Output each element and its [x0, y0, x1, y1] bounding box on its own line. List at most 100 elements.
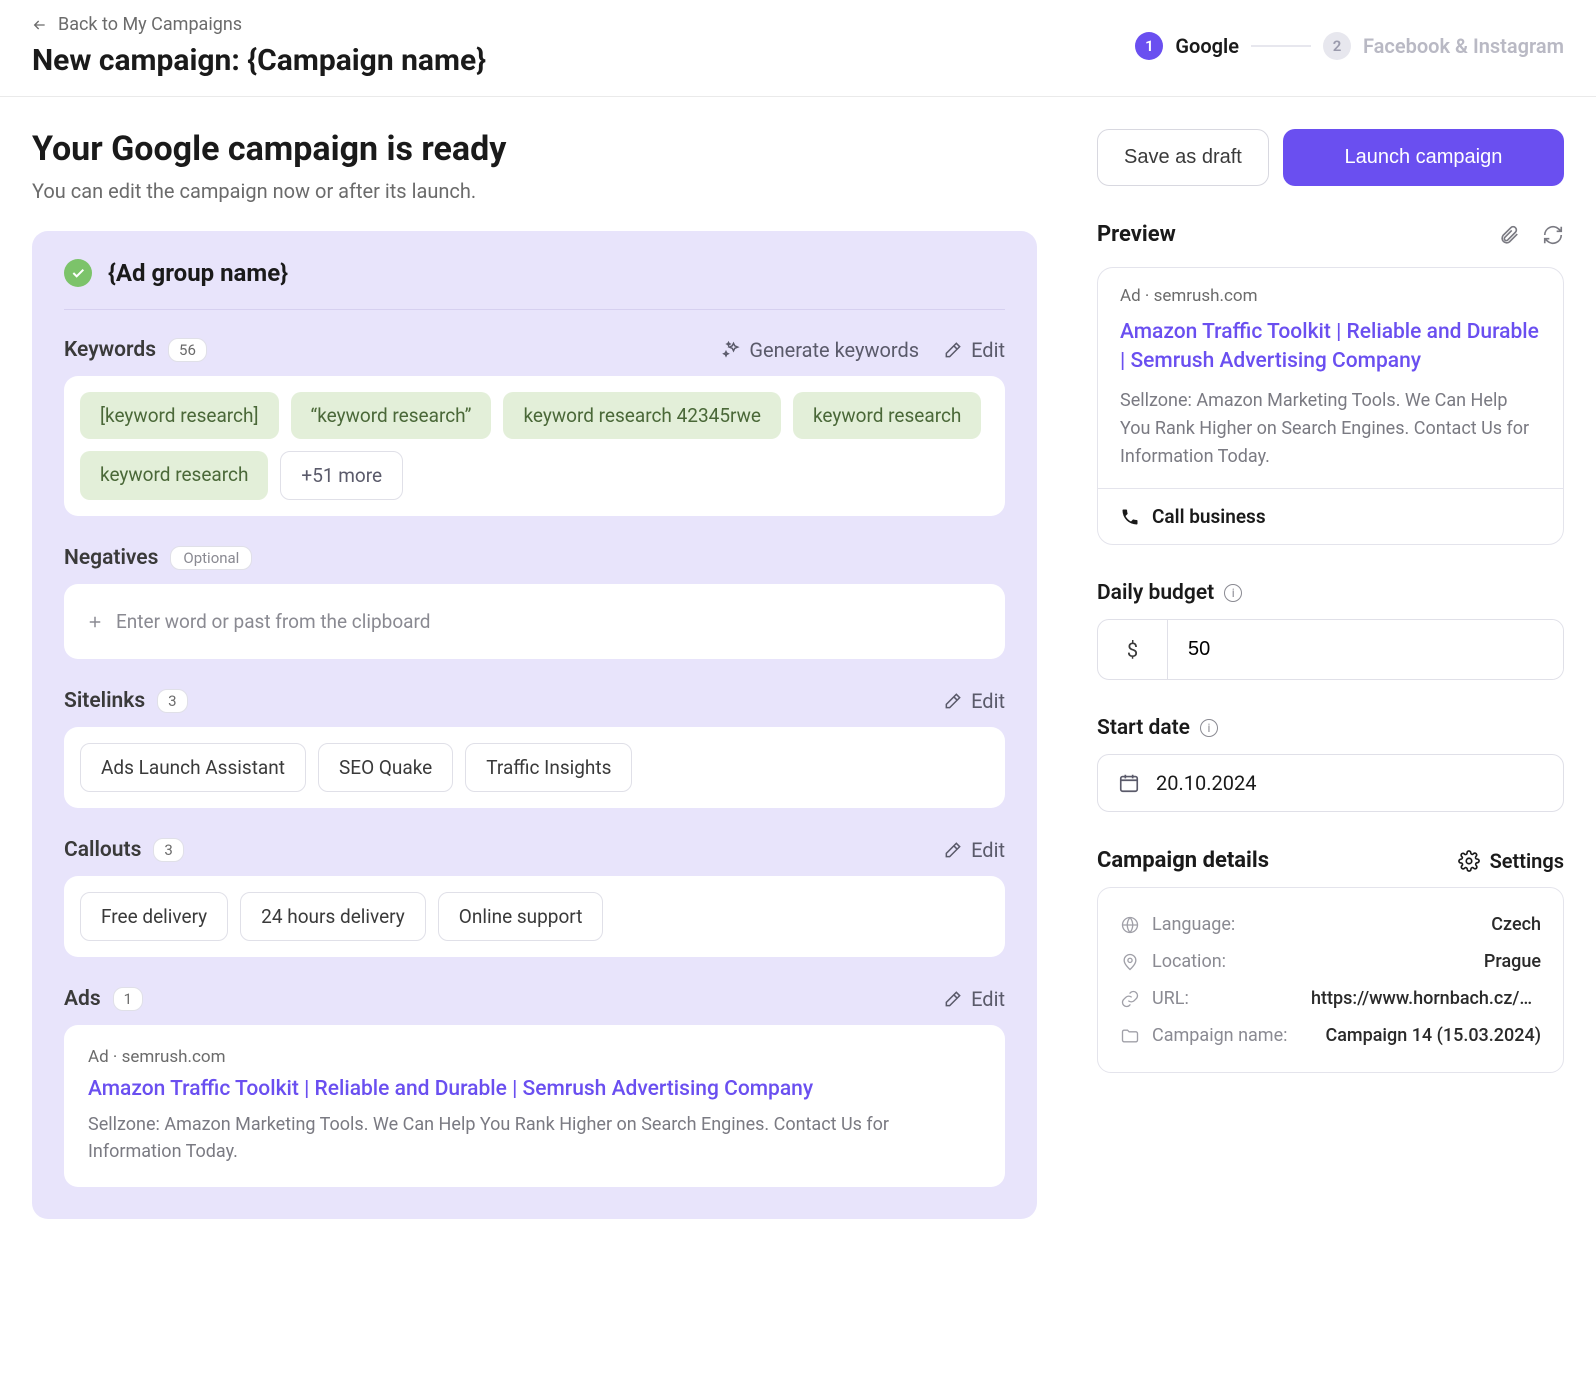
- check-icon: [64, 259, 92, 287]
- campaign-details-card: Language: Czech Location: Prague URL: ht…: [1097, 887, 1564, 1073]
- callout-chip[interactable]: Online support: [438, 892, 604, 941]
- url-value: https://www.hornbach.cz/p…: [1311, 988, 1541, 1009]
- sitelinks-count: 3: [157, 689, 187, 713]
- keyword-chip[interactable]: keyword research 42345rwe: [503, 392, 780, 439]
- location-label: Location:: [1152, 951, 1226, 972]
- budget-input[interactable]: [1168, 620, 1563, 679]
- call-business[interactable]: Call business: [1098, 488, 1563, 544]
- sitelinks-panel: Ads Launch Assistant SEO Quake Traffic I…: [64, 727, 1005, 808]
- negatives-panel[interactable]: Enter word or past from the clipboard: [64, 584, 1005, 659]
- language-value: Czech: [1491, 914, 1541, 935]
- callouts-count: 3: [153, 838, 183, 862]
- step-google[interactable]: 1 Google: [1135, 32, 1239, 60]
- ad-url-line: Ad · semrush.com: [88, 1047, 981, 1067]
- sitelink-chip[interactable]: Ads Launch Assistant: [80, 743, 306, 792]
- language-label: Language:: [1152, 914, 1235, 935]
- callout-chip[interactable]: 24 hours delivery: [240, 892, 426, 941]
- info-icon[interactable]: i: [1200, 719, 1218, 737]
- location-value: Prague: [1484, 951, 1541, 972]
- edit-sitelinks-button[interactable]: Edit: [943, 689, 1005, 713]
- info-icon[interactable]: i: [1224, 584, 1242, 602]
- arrow-left-icon: [32, 17, 48, 33]
- keyword-chip[interactable]: keyword research: [793, 392, 981, 439]
- attachment-icon[interactable]: [1498, 224, 1520, 246]
- ready-heading: Your Google campaign is ready: [32, 129, 1037, 169]
- keywords-more[interactable]: +51 more: [280, 451, 403, 500]
- edit-keywords-button[interactable]: Edit: [943, 338, 1005, 362]
- edit-label: Edit: [971, 987, 1005, 1011]
- callout-chip[interactable]: Free delivery: [80, 892, 228, 941]
- step-number-2: 2: [1323, 32, 1351, 60]
- campaign-name-value: Campaign 14 (15.03.2024): [1325, 1025, 1541, 1046]
- magic-wand-icon: [721, 340, 741, 360]
- ad-group-card: {Ad group name} Keywords 56 Generate key…: [32, 231, 1037, 1219]
- ready-subtitle: You can edit the campaign now or after i…: [32, 179, 1037, 203]
- edit-icon: [943, 989, 963, 1009]
- keyword-chip[interactable]: [keyword research]: [80, 392, 279, 439]
- settings-button[interactable]: Settings: [1458, 849, 1564, 873]
- link-icon: [1120, 989, 1140, 1009]
- keyword-chip[interactable]: “keyword research”: [291, 392, 492, 439]
- negatives-input[interactable]: Enter word or past from the clipboard: [80, 600, 989, 643]
- page-title: New campaign: {Campaign name}: [32, 43, 486, 78]
- launch-campaign-button[interactable]: Launch campaign: [1283, 129, 1564, 186]
- keywords-count: 56: [168, 338, 207, 362]
- daily-budget-label: Daily budget: [1097, 581, 1214, 605]
- folder-icon: [1120, 1026, 1140, 1046]
- generate-keywords-label: Generate keywords: [749, 338, 919, 362]
- ads-title: Ads: [64, 987, 101, 1011]
- start-date-field[interactable]: 20.10.2024: [1097, 754, 1564, 812]
- keywords-title: Keywords: [64, 338, 156, 362]
- start-date-label: Start date: [1097, 716, 1190, 740]
- preview-url-line: Ad · semrush.com: [1120, 286, 1541, 306]
- step-label-facebook: Facebook & Instagram: [1363, 34, 1564, 58]
- preview-headline[interactable]: Amazon Traffic Toolkit | Reliable and Du…: [1120, 318, 1541, 377]
- optional-pill: Optional: [170, 546, 252, 570]
- generate-keywords-button[interactable]: Generate keywords: [721, 338, 919, 362]
- ads-panel: Ad · semrush.com Amazon Traffic Toolkit …: [64, 1025, 1005, 1187]
- gear-icon: [1458, 850, 1480, 872]
- sitelinks-title: Sitelinks: [64, 689, 145, 713]
- back-to-campaigns[interactable]: Back to My Campaigns: [32, 14, 486, 35]
- back-label: Back to My Campaigns: [58, 14, 242, 35]
- keywords-panel: [keyword research] “keyword research” ke…: [64, 376, 1005, 516]
- stepper: 1 Google 2 Facebook & Instagram: [1135, 32, 1564, 60]
- sitelink-chip[interactable]: SEO Quake: [318, 743, 453, 792]
- phone-icon: [1120, 507, 1140, 527]
- edit-callouts-button[interactable]: Edit: [943, 838, 1005, 862]
- ads-count: 1: [113, 987, 143, 1011]
- settings-label: Settings: [1490, 849, 1564, 873]
- currency-symbol: $: [1098, 620, 1168, 679]
- preview-title: Preview: [1097, 222, 1176, 247]
- save-draft-button[interactable]: Save as draft: [1097, 129, 1269, 186]
- callouts-title: Callouts: [64, 838, 141, 862]
- budget-field[interactable]: $: [1097, 619, 1564, 680]
- ad-group-name: {Ad group name}: [108, 259, 288, 287]
- ad-description: Sellzone: Amazon Marketing Tools. We Can…: [88, 1111, 981, 1165]
- globe-icon: [1120, 915, 1140, 935]
- calendar-icon: [1118, 772, 1140, 794]
- edit-ads-button[interactable]: Edit: [943, 987, 1005, 1011]
- campaign-name-label: Campaign name:: [1152, 1025, 1288, 1046]
- edit-icon: [943, 340, 963, 360]
- edit-icon: [943, 691, 963, 711]
- edit-label: Edit: [971, 338, 1005, 362]
- ad-headline[interactable]: Amazon Traffic Toolkit | Reliable and Du…: [88, 1077, 981, 1101]
- keyword-chip[interactable]: keyword research: [80, 451, 268, 500]
- call-business-label: Call business: [1152, 505, 1266, 528]
- negatives-placeholder: Enter word or past from the clipboard: [116, 610, 430, 633]
- preview-card: Ad · semrush.com Amazon Traffic Toolkit …: [1097, 267, 1564, 545]
- edit-label: Edit: [971, 838, 1005, 862]
- callouts-panel: Free delivery 24 hours delivery Online s…: [64, 876, 1005, 957]
- step-label-google: Google: [1175, 34, 1239, 58]
- preview-description: Sellzone: Amazon Marketing Tools. We Can…: [1120, 387, 1541, 471]
- step-facebook[interactable]: 2 Facebook & Instagram: [1323, 32, 1564, 60]
- start-date-value: 20.10.2024: [1156, 771, 1256, 795]
- refresh-icon[interactable]: [1542, 224, 1564, 246]
- url-label: URL:: [1152, 988, 1189, 1009]
- edit-label: Edit: [971, 689, 1005, 713]
- edit-icon: [943, 840, 963, 860]
- location-icon: [1120, 952, 1140, 972]
- sitelink-chip[interactable]: Traffic Insights: [465, 743, 632, 792]
- step-separator: [1251, 45, 1311, 47]
